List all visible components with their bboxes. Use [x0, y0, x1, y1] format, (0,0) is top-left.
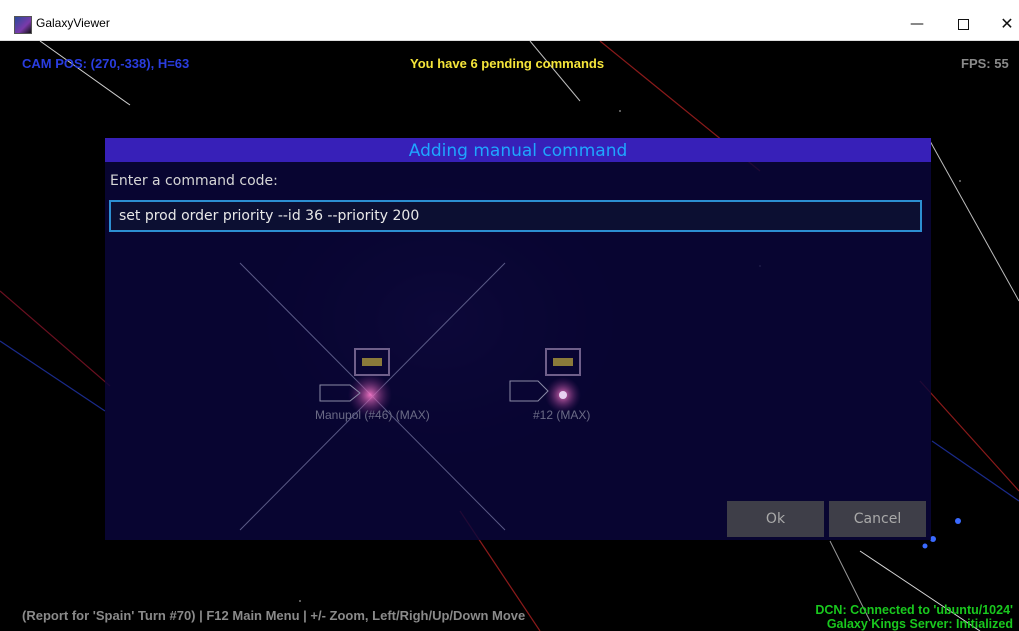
camera-position-readout: CAM POS: (270,-338), H=63 — [22, 56, 190, 71]
fleet-marker[interactable] — [545, 348, 581, 376]
star-dot — [959, 180, 961, 182]
connection-status: DCN: Connected to 'ubuntu/1024' Galaxy K… — [815, 603, 1013, 631]
dialog-backdrop-map — [239, 262, 581, 531]
close-button[interactable]: ✕ — [984, 10, 1019, 38]
fps-counter: FPS: 55 — [961, 56, 1009, 71]
pending-commands-notice: You have 6 pending commands — [410, 56, 605, 71]
galaxy-app-icon — [14, 16, 32, 34]
manual-command-dialog: Manupol (#46) (MAX) #12 (MAX) Adding man… — [105, 138, 931, 540]
server-status-line: Galaxy Kings Server: Initialized — [826, 617, 1013, 631]
planet-core — [559, 391, 567, 399]
light-streak — [39, 41, 131, 106]
dialog-title: Adding manual command — [408, 141, 628, 161]
star-dot — [955, 518, 961, 524]
ok-button[interactable]: Ok — [727, 501, 824, 537]
ship-icon — [509, 380, 549, 402]
cancel-button[interactable]: Cancel — [829, 501, 926, 537]
minimize-button[interactable]: — — [894, 10, 940, 38]
status-bar-help: (Report for 'Spain' Turn #70) | F12 Main… — [22, 608, 526, 623]
orbit-line — [931, 440, 1019, 502]
fleet-label: Manupol (#46) (MAX) — [315, 408, 430, 422]
star-dot — [619, 110, 621, 112]
star-dot — [299, 600, 301, 602]
maximize-button[interactable] — [940, 10, 986, 38]
maximize-icon — [957, 19, 969, 30]
close-icon: ✕ — [1000, 14, 1014, 33]
window-title: GalaxyViewer — [36, 16, 110, 30]
orbit-line — [0, 340, 106, 412]
orbit-line — [0, 290, 111, 387]
minimize-icon: — — [910, 16, 924, 32]
title-bar[interactable]: GalaxyViewer — ✕ — [0, 0, 1019, 41]
star-dot — [922, 543, 928, 549]
light-streak — [929, 140, 1019, 302]
command-prompt-label: Enter a command code: — [110, 173, 278, 189]
galaxy-viewer-window: GalaxyViewer — ✕ CAM POS: (270,-338), H=… — [0, 0, 1019, 631]
fleet-label: #12 (MAX) — [533, 408, 591, 422]
orbit-line — [919, 380, 1019, 492]
light-streak — [529, 41, 581, 102]
command-code-input[interactable]: set prod order priority --id 36 --priori… — [109, 200, 922, 232]
fleet-marker[interactable] — [354, 348, 390, 376]
dcn-connection-line: DCN: Connected to 'ubuntu/1024' — [815, 603, 1013, 617]
dialog-header: Adding manual command — [105, 138, 931, 162]
